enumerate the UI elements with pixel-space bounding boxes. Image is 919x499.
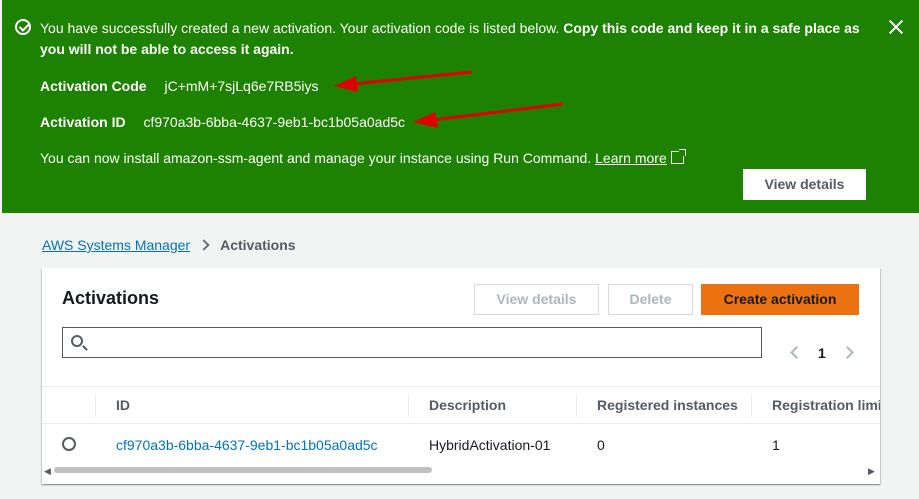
install-text: You can now install amazon-ssm-agent and… [40,150,596,166]
activation-code-label: Activation Code [40,78,147,94]
column-header-registered[interactable]: Registered instances [597,397,738,413]
learn-more-link[interactable]: Learn more [595,150,667,166]
activation-id-row: Activation ID cf970a3b-6bba-4637-9eb1-bc… [40,113,405,131]
chevron-right-icon[interactable] [841,346,854,359]
breadcrumb: AWS Systems Manager Activations [42,236,296,254]
column-header-limit[interactable]: Registration limit [772,397,880,413]
breadcrumb-root-link[interactable]: AWS Systems Manager [42,237,190,253]
horizontal-scrollbar[interactable]: ◀ ▶ [42,464,880,478]
search-icon [71,335,83,347]
registered-instances: 0 [597,437,605,453]
page-number[interactable]: 1 [818,345,826,361]
success-flash-banner: You have successfully created a new acti… [2,0,919,213]
activation-description: HybridActivation-01 [429,437,551,453]
external-link-icon [670,149,686,164]
view-details-button[interactable]: View details [474,284,599,315]
registration-limit: 1 [772,437,780,453]
create-activation-button[interactable]: Create activation [701,284,859,315]
column-divider[interactable] [95,395,96,417]
close-icon[interactable] [887,18,905,36]
activation-id-value: cf970a3b-6bba-4637-9eb1-bc1b05a0ad5c [143,114,406,130]
flash-message-text: You have successfully created a new acti… [40,20,564,36]
chevron-left-icon[interactable] [790,346,803,359]
activation-id-link[interactable]: cf970a3b-6bba-4637-9eb1-bc1b05a0ad5c [116,437,378,453]
search-input[interactable] [93,330,753,355]
breadcrumb-current: Activations [220,237,296,253]
scroll-left-icon[interactable]: ◀ [44,466,51,477]
panel-title: Activations [62,288,160,308]
table-row[interactable]: cf970a3b-6bba-4637-9eb1-bc1b05a0ad5c Hyb… [42,424,880,464]
activation-id-label: Activation ID [40,114,126,130]
column-divider[interactable] [408,395,409,417]
column-header-id[interactable]: ID [116,397,130,413]
table-header: ID Description Registered instances Regi… [42,386,880,424]
check-circle-icon [15,19,31,35]
chevron-right-icon [198,239,210,251]
activations-panel: Activations View details Delete Create a… [42,268,880,484]
search-field[interactable] [62,327,762,358]
scrollbar-thumb[interactable] [54,467,432,473]
column-header-description[interactable]: Description [429,397,506,413]
row-select-radio[interactable] [62,437,76,451]
delete-button[interactable]: Delete [608,284,693,315]
page: You have successfully created a new acti… [0,0,919,499]
activation-code-value: jC+mM+7sjLq6e7RB5iys [164,78,319,94]
install-info: You can now install amazon-ssm-agent and… [40,149,686,167]
scroll-right-icon[interactable]: ▶ [868,466,875,477]
activation-code-row: Activation Code jC+mM+7sjLq6e7RB5iys [40,77,319,95]
column-divider[interactable] [751,395,752,417]
column-divider[interactable] [576,395,577,417]
flash-view-details-button[interactable]: View details [743,169,866,200]
flash-message: You have successfully created a new acti… [40,18,880,60]
